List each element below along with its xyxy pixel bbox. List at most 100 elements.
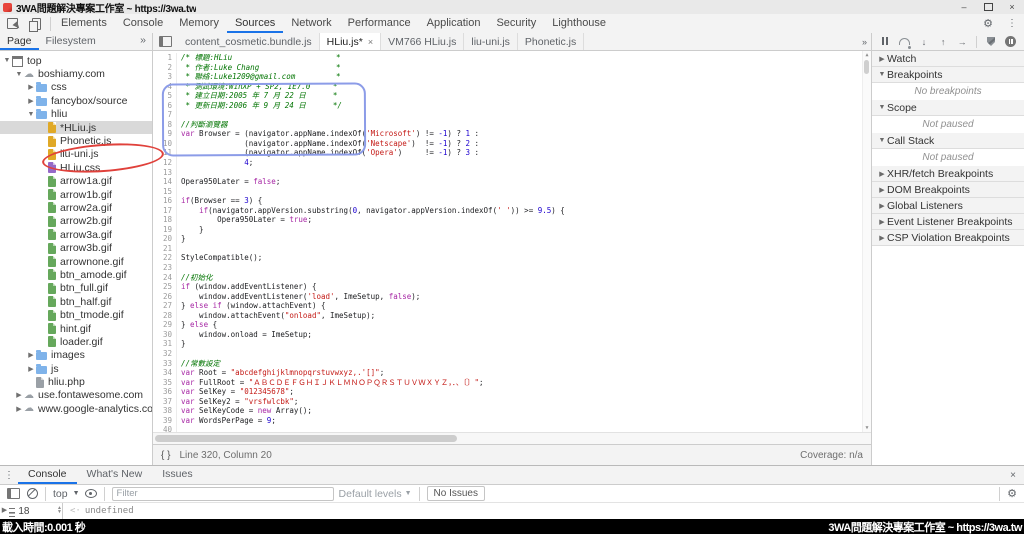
hscrollbar-thumb[interactable]	[155, 435, 457, 442]
tree-item-hint.gif[interactable]: hint.gif	[0, 322, 152, 335]
line-number[interactable]: 18	[153, 215, 177, 225]
tree-item-hliu.php[interactable]: hliu.php	[0, 375, 152, 388]
step-icon[interactable]: →	[957, 36, 967, 48]
line-number[interactable]: 7	[153, 110, 177, 120]
chevron-down-icon[interactable]: ▼	[14, 71, 24, 78]
tree-item-loader.gif[interactable]: loader.gif	[0, 335, 152, 348]
line-number[interactable]: 24	[153, 273, 177, 283]
tree-item-arrow2a.gif[interactable]: arrow2a.gif	[0, 201, 152, 214]
tree-item-arrow1b.gif[interactable]: arrow1b.gif	[0, 188, 152, 201]
editor-horizontal-scrollbar[interactable]	[153, 432, 871, 444]
drawer-tab-console[interactable]: Console	[18, 466, 77, 484]
tree-item-js[interactable]: ▶js	[0, 362, 152, 375]
line-number[interactable]: 36	[153, 387, 177, 397]
tree-item-arrow3a.gif[interactable]: arrow3a.gif	[0, 228, 152, 241]
sidebar-resize-icon[interactable]: ▲▼	[57, 506, 62, 514]
debugger-section-call-stack[interactable]: ▼Call Stack	[872, 133, 1024, 149]
line-number[interactable]: 25	[153, 282, 177, 292]
device-toolbar-button[interactable]	[24, 15, 48, 33]
editor-tab-overflow-icon[interactable]: »	[862, 33, 871, 50]
settings-button[interactable]: ⚙	[976, 15, 1000, 33]
tree-item--hliu.js[interactable]: *HLiu.js	[0, 121, 152, 134]
chevron-right-icon[interactable]: ▶	[26, 365, 36, 373]
drawer-menu-icon[interactable]: ⋮	[0, 466, 18, 484]
debugger-section-global-listeners[interactable]: ▶Global Listeners	[872, 198, 1024, 214]
line-number[interactable]: 16	[153, 196, 177, 206]
line-number[interactable]: 12	[153, 158, 177, 168]
line-number[interactable]: 5	[153, 91, 177, 101]
line-number[interactable]: 19	[153, 225, 177, 235]
line-number[interactable]: 2	[153, 63, 177, 73]
chevron-right-icon[interactable]: ▶	[26, 83, 36, 91]
line-number[interactable]: 23	[153, 263, 177, 273]
tree-item-hliu.css[interactable]: HLiu.css	[0, 161, 152, 174]
live-expression-eye-icon[interactable]	[85, 489, 97, 498]
tree-item-top[interactable]: ▼top	[0, 54, 152, 67]
tree-item-use.fontawesome.com[interactable]: ▶☁use.fontawesome.com	[0, 389, 152, 402]
line-number[interactable]: 1	[153, 53, 177, 63]
context-selector[interactable]: top	[53, 488, 68, 500]
debugger-section-xhr-fetch-breakpoints[interactable]: ▶XHR/fetch Breakpoints	[872, 166, 1024, 182]
devtools-tab-elements[interactable]: Elements	[53, 14, 115, 33]
debugger-section-csp-violation-breakpoints[interactable]: ▶CSP Violation Breakpoints	[872, 230, 1024, 246]
line-number[interactable]: 28	[153, 311, 177, 321]
line-number[interactable]: 4	[153, 82, 177, 92]
line-number[interactable]: 6	[153, 101, 177, 111]
log-levels-selector[interactable]: Default levels▼	[339, 488, 412, 500]
tree-item-btn-amode.gif[interactable]: btn_amode.gif	[0, 268, 152, 281]
editor-tab-content-cosmetic.bundle.js[interactable]: content_cosmetic.bundle.js	[178, 33, 320, 50]
tree-item-css[interactable]: ▶css	[0, 81, 152, 94]
scrollbar-thumb[interactable]	[864, 60, 869, 74]
debugger-section-scope[interactable]: ▼Scope	[872, 100, 1024, 116]
line-number[interactable]: 3	[153, 72, 177, 82]
chevron-right-icon[interactable]: ▶	[14, 405, 24, 413]
chevron-right-icon[interactable]: ▶	[26, 97, 36, 105]
devtools-tab-application[interactable]: Application	[419, 14, 489, 33]
tree-item-hliu[interactable]: ▼hliu	[0, 108, 152, 121]
pause-on-exceptions-icon[interactable]	[1005, 36, 1016, 48]
chevron-right-icon[interactable]: ▶	[26, 351, 36, 359]
line-number[interactable]: 35	[153, 378, 177, 388]
more-options-button[interactable]: ⋮	[1000, 15, 1024, 33]
debugger-section-event-listener-breakpoints[interactable]: ▶Event Listener Breakpoints	[872, 214, 1024, 230]
line-number[interactable]: 30	[153, 330, 177, 340]
line-number[interactable]: 10	[153, 139, 177, 149]
drawer-tab-issues[interactable]: Issues	[152, 466, 202, 484]
inspect-element-button[interactable]	[0, 15, 24, 33]
line-number[interactable]: 15	[153, 187, 177, 197]
tree-item-btn-tmode.gif[interactable]: btn_tmode.gif	[0, 308, 152, 321]
line-number[interactable]: 27	[153, 301, 177, 311]
drawer-tab-what-s-new[interactable]: What's New	[77, 466, 153, 484]
editor-tab-phonetic.js[interactable]: Phonetic.js	[518, 33, 584, 50]
line-number[interactable]: 37	[153, 397, 177, 407]
close-button[interactable]: ×	[1000, 0, 1024, 14]
line-number[interactable]: 32	[153, 349, 177, 359]
devtools-tab-console[interactable]: Console	[115, 14, 171, 33]
tree-item-arrow1a.gif[interactable]: arrow1a.gif	[0, 175, 152, 188]
toggle-console-sidebar-icon[interactable]	[7, 488, 20, 499]
debugger-section-watch[interactable]: ▶Watch	[872, 51, 1024, 67]
chevron-down-icon[interactable]: ▼	[26, 111, 36, 118]
tree-item-www.google-analytics.com[interactable]: ▶☁www.google-analytics.com	[0, 402, 152, 415]
editor-tab-hliu.js-[interactable]: HLiu.js*×	[320, 33, 381, 50]
navigator-tab-filesystem[interactable]: Filesystem	[39, 33, 103, 50]
code-editor[interactable]: 1/* 標題:HLiu *2 * 作者:Luke Chang *3 * 聯絡:L…	[153, 51, 871, 432]
tree-item-phonetic.js[interactable]: Phonetic.js	[0, 134, 152, 147]
line-number[interactable]: 33	[153, 359, 177, 369]
line-number[interactable]: 39	[153, 416, 177, 426]
tree-item-liu-uni.js[interactable]: liu-uni.js	[0, 148, 152, 161]
console-settings-gear-icon[interactable]: ⚙	[1007, 487, 1017, 500]
pretty-print-button[interactable]: { }	[161, 450, 170, 461]
tree-item-arrow3b.gif[interactable]: arrow3b.gif	[0, 241, 152, 254]
toggle-navigator-icon[interactable]	[159, 36, 172, 47]
line-number[interactable]: 31	[153, 339, 177, 349]
devtools-tab-memory[interactable]: Memory	[171, 14, 227, 33]
console-filter-input[interactable]	[112, 487, 334, 501]
devtools-tab-performance[interactable]: Performance	[340, 14, 419, 33]
devtools-tab-network[interactable]: Network	[283, 14, 339, 33]
navigator-tab-page[interactable]: Page	[0, 33, 39, 50]
line-number[interactable]: 13	[153, 168, 177, 178]
minimize-button[interactable]: –	[952, 0, 976, 14]
line-number[interactable]: 14	[153, 177, 177, 187]
line-number[interactable]: 9	[153, 129, 177, 139]
